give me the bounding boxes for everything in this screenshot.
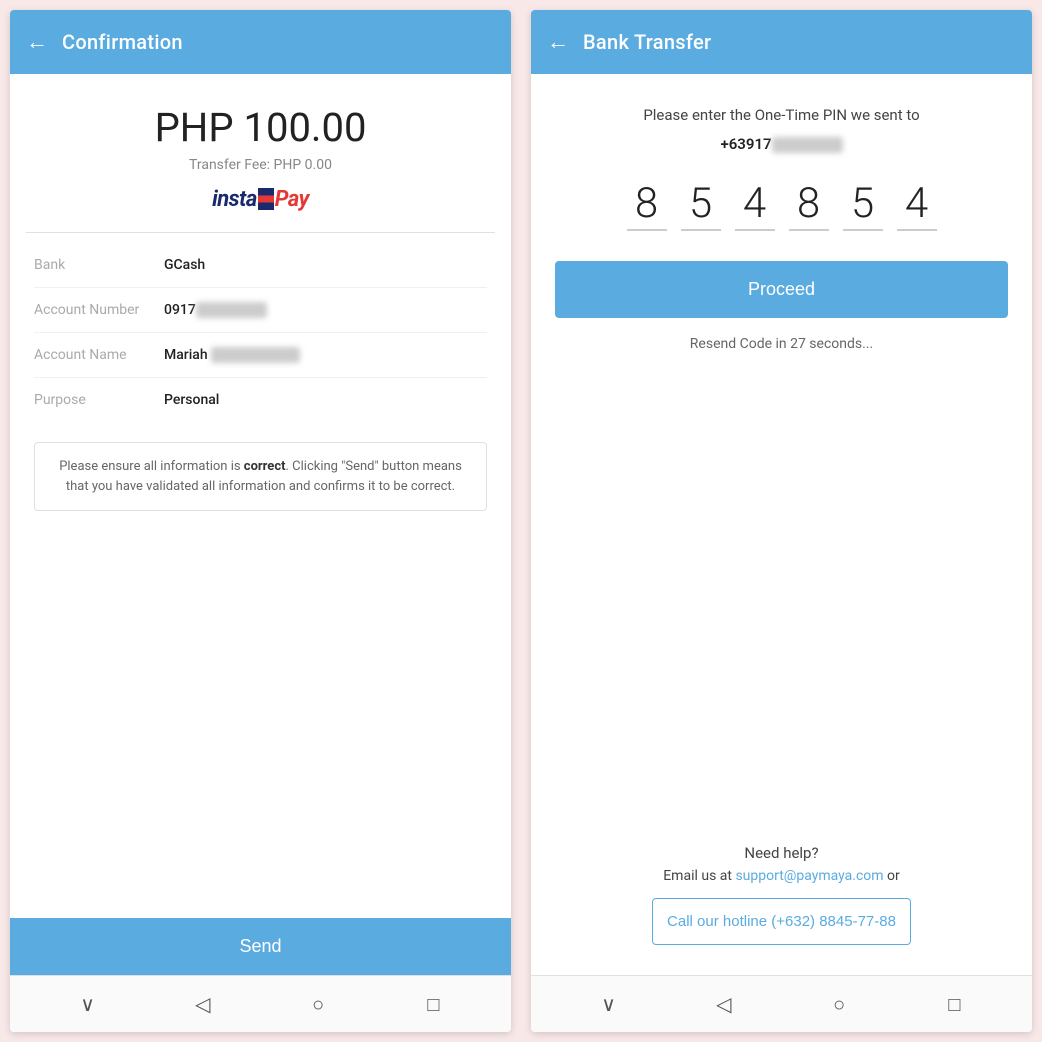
table-row: Bank GCash xyxy=(34,243,487,288)
otp-instruction: Please enter the One-Time PIN we sent to xyxy=(555,104,1008,127)
account-name-value: Mariah XXXXXXXXXX xyxy=(164,347,300,363)
otp-digit-1[interactable]: 8 xyxy=(627,183,667,231)
hotline-button[interactable]: Call our hotline (+632) 8845-77-88 xyxy=(652,898,911,945)
table-row: Purpose Personal xyxy=(34,378,487,422)
transfer-fee: Transfer Fee: PHP 0.00 xyxy=(30,157,491,173)
otp-digit-2-value: 5 xyxy=(689,183,712,225)
confirmation-header: ← Confirmation xyxy=(10,10,511,74)
bank-label: Bank xyxy=(34,257,164,273)
bank-transfer-header: ← Bank Transfer xyxy=(531,10,1032,74)
confirmation-notice: Please ensure all information is correct… xyxy=(34,442,487,511)
amount-section: PHP 100.00 Transfer Fee: PHP 0.00 insta P… xyxy=(10,74,511,232)
proceed-button[interactable]: Proceed xyxy=(555,261,1008,318)
otp-digit-6[interactable]: 4 xyxy=(897,183,937,231)
instapay-logo: insta Pay xyxy=(30,187,491,212)
otp-digit-2[interactable]: 5 xyxy=(681,183,721,231)
account-name-label: Account Name xyxy=(34,347,164,363)
otp-digit-5-value: 5 xyxy=(851,183,874,225)
otp-digit-4-value: 8 xyxy=(797,183,820,225)
resend-code-text: Resend Code in 27 seconds... xyxy=(555,336,1008,352)
otp-digit-6-value: 4 xyxy=(905,183,928,225)
nav-chevron-icon[interactable]: ∨ xyxy=(593,988,625,1020)
instapay-prefix: insta xyxy=(212,187,257,212)
otp-digit-2-underline xyxy=(681,229,721,231)
otp-digit-6-underline xyxy=(897,229,937,231)
nav-square-icon[interactable]: □ xyxy=(417,988,449,1020)
confirmation-nav-bar: ∨ ◁ ○ □ xyxy=(10,975,511,1032)
confirmation-body: PHP 100.00 Transfer Fee: PHP 0.00 insta P… xyxy=(10,74,511,975)
nav-square-icon[interactable]: □ xyxy=(938,988,970,1020)
nav-home-icon[interactable]: ○ xyxy=(823,988,855,1020)
table-row: Account Name Mariah XXXXXXXXXX xyxy=(34,333,487,378)
help-title: Need help? xyxy=(555,844,1008,862)
email-prefix: Email us at xyxy=(663,868,732,884)
help-email-line: Email us at support@paymaya.com or xyxy=(555,868,1008,884)
bank-transfer-body: Please enter the One-Time PIN we sent to… xyxy=(531,74,1032,975)
account-number-blurred: XXXXXXXX xyxy=(196,302,267,318)
purpose-label: Purpose xyxy=(34,392,164,408)
bank-transfer-nav-bar: ∨ ◁ ○ □ xyxy=(531,975,1032,1032)
otp-digit-3-underline xyxy=(735,229,775,231)
nav-back-icon[interactable]: ◁ xyxy=(708,988,740,1020)
nav-home-icon[interactable]: ○ xyxy=(302,988,334,1020)
account-number-value: 0917XXXXXXXX xyxy=(164,302,267,318)
confirmation-screen: ← Confirmation PHP 100.00 Transfer Fee: … xyxy=(10,10,511,1032)
purpose-value: Personal xyxy=(164,392,219,408)
bank-transfer-back-button[interactable]: ← xyxy=(547,29,569,55)
account-number-label: Account Number xyxy=(34,302,164,318)
details-section: Bank GCash Account Number 0917XXXXXXXX A… xyxy=(10,233,511,432)
bank-value: GCash xyxy=(164,257,205,273)
confirmation-title: Confirmation xyxy=(62,30,183,54)
phone-number: +63917XXXXXXXX xyxy=(555,135,1008,153)
otp-input-row[interactable]: 8 5 4 8 5 4 xyxy=(555,183,1008,231)
bank-transfer-screen: ← Bank Transfer Please enter the One-Tim… xyxy=(531,10,1032,1032)
otp-digit-1-value: 8 xyxy=(635,183,658,225)
otp-digit-4-underline xyxy=(789,229,829,231)
send-button[interactable]: Send xyxy=(10,918,511,975)
bank-transfer-title: Bank Transfer xyxy=(583,30,711,54)
transfer-amount: PHP 100.00 xyxy=(30,104,491,151)
otp-digit-4[interactable]: 8 xyxy=(789,183,829,231)
otp-digit-5[interactable]: 5 xyxy=(843,183,883,231)
otp-digit-3[interactable]: 4 xyxy=(735,183,775,231)
instapay-flag-icon xyxy=(258,188,274,210)
nav-chevron-icon[interactable]: ∨ xyxy=(72,988,104,1020)
nav-back-icon[interactable]: ◁ xyxy=(187,988,219,1020)
confirmation-back-button[interactable]: ← xyxy=(26,29,48,55)
otp-digit-5-underline xyxy=(843,229,883,231)
otp-digit-1-underline xyxy=(627,229,667,231)
help-section: Need help? Email us at support@paymaya.c… xyxy=(555,844,1008,955)
account-name-blurred: XXXXXXXXXX xyxy=(211,347,299,363)
otp-digit-3-value: 4 xyxy=(743,183,766,225)
instapay-suffix: Pay xyxy=(275,187,309,212)
support-email-link[interactable]: support@paymaya.com xyxy=(735,868,883,884)
phone-blurred: XXXXXXXX xyxy=(772,137,843,153)
table-row: Account Number 0917XXXXXXXX xyxy=(34,288,487,333)
instapay-text: insta Pay xyxy=(212,187,309,212)
